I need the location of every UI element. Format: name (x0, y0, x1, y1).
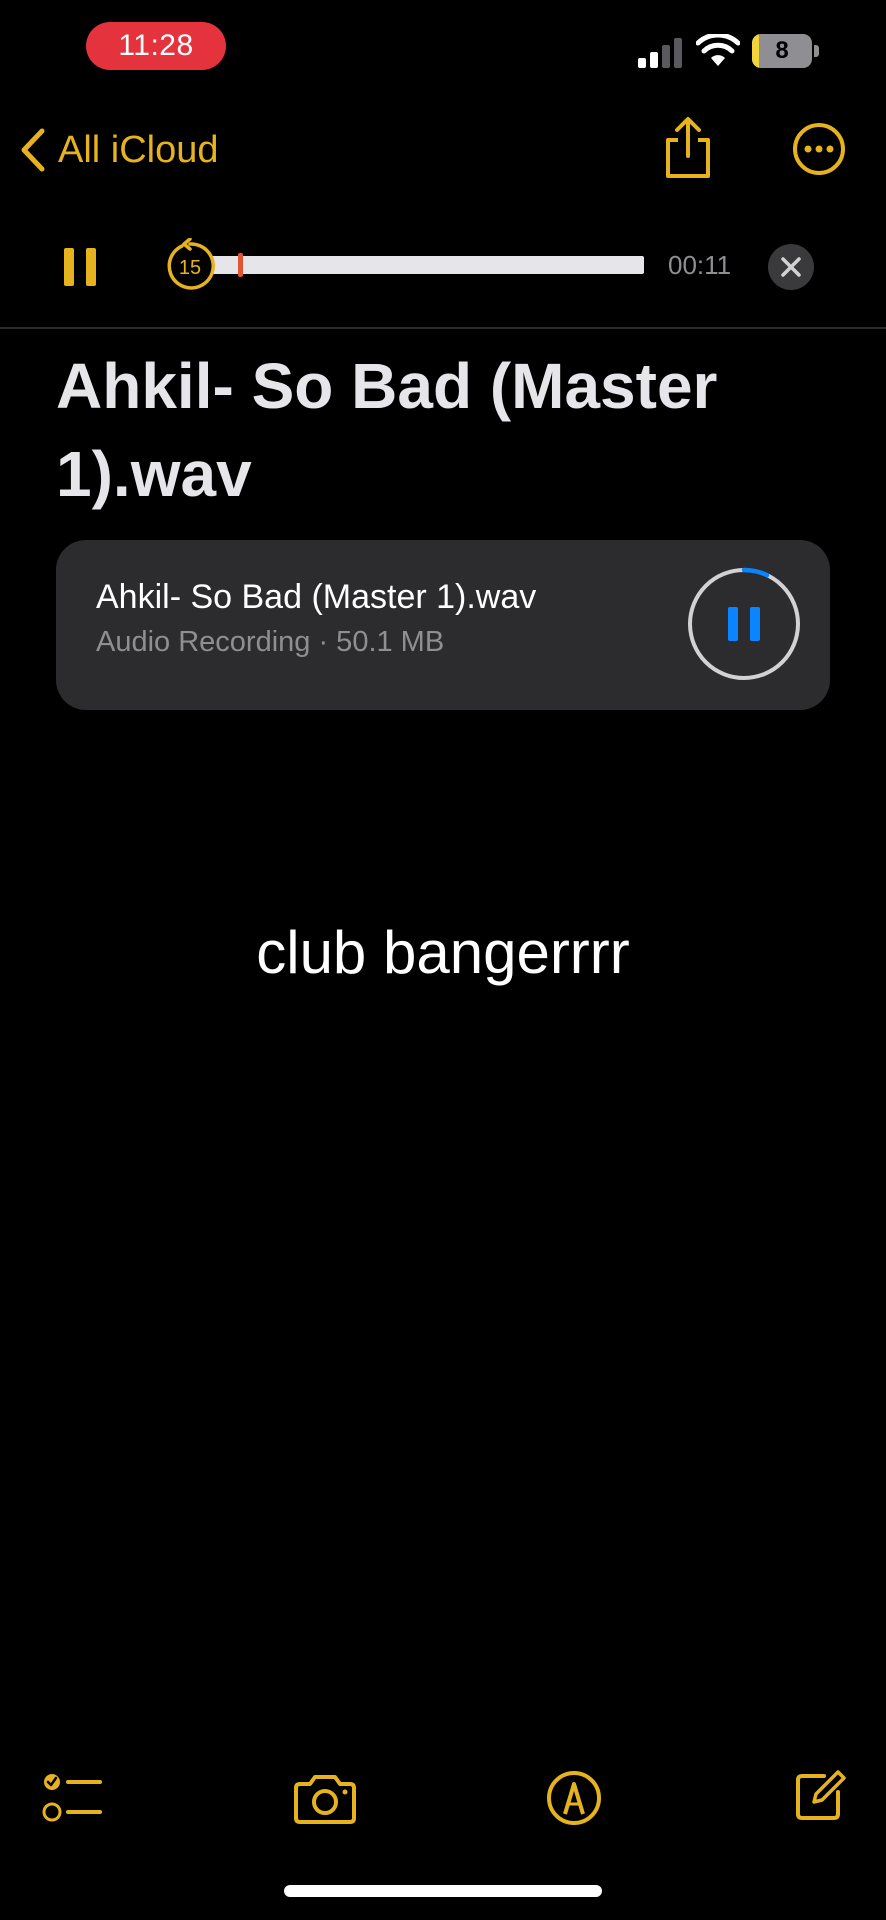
home-indicator[interactable] (284, 1885, 602, 1897)
pause-icon[interactable] (58, 244, 102, 290)
attachment-name: Ahkil- So Bad (Master 1).wav (96, 578, 537, 616)
markup-pen-icon[interactable] (546, 1770, 602, 1826)
pause-icon (728, 607, 738, 641)
note-body[interactable]: club bangerrrr (0, 918, 886, 987)
cellular-signal-icon (638, 38, 682, 68)
status-time: 11:28 (86, 22, 226, 70)
divider (0, 327, 886, 329)
audio-attachment-card[interactable]: Ahkil- So Bad (Master 1).wav Audio Recor… (56, 540, 830, 710)
battery-icon: 8 (752, 34, 820, 68)
compose-icon[interactable] (794, 1768, 846, 1822)
share-icon[interactable] (660, 116, 716, 180)
battery-level: 8 (775, 37, 789, 64)
playhead-marker[interactable] (238, 253, 244, 277)
close-player-button[interactable] (768, 244, 814, 290)
chevron-left-icon (21, 128, 45, 172)
attachment-meta: Audio Recording · 50.1 MB (96, 626, 445, 658)
camera-icon[interactable] (292, 1772, 358, 1826)
checklist-icon[interactable] (42, 1770, 102, 1826)
playback-scrubber[interactable] (210, 253, 644, 277)
back-button-label: All iCloud (58, 128, 219, 171)
skip-back-15-icon: 15 (167, 237, 215, 290)
close-icon (781, 257, 801, 277)
ellipsis-circle-icon[interactable] (792, 122, 846, 176)
wifi-icon (696, 34, 740, 66)
attachment-pause-button[interactable] (686, 566, 802, 682)
note-title[interactable]: Ahkil- So Bad (Master 1).wav (56, 342, 836, 518)
skip-back-seconds: 15 (179, 257, 201, 279)
elapsed-time: 00:11 (668, 250, 732, 280)
skip-back-button[interactable]: 15 (164, 237, 216, 292)
back-button[interactable]: All iCloud (18, 120, 219, 180)
